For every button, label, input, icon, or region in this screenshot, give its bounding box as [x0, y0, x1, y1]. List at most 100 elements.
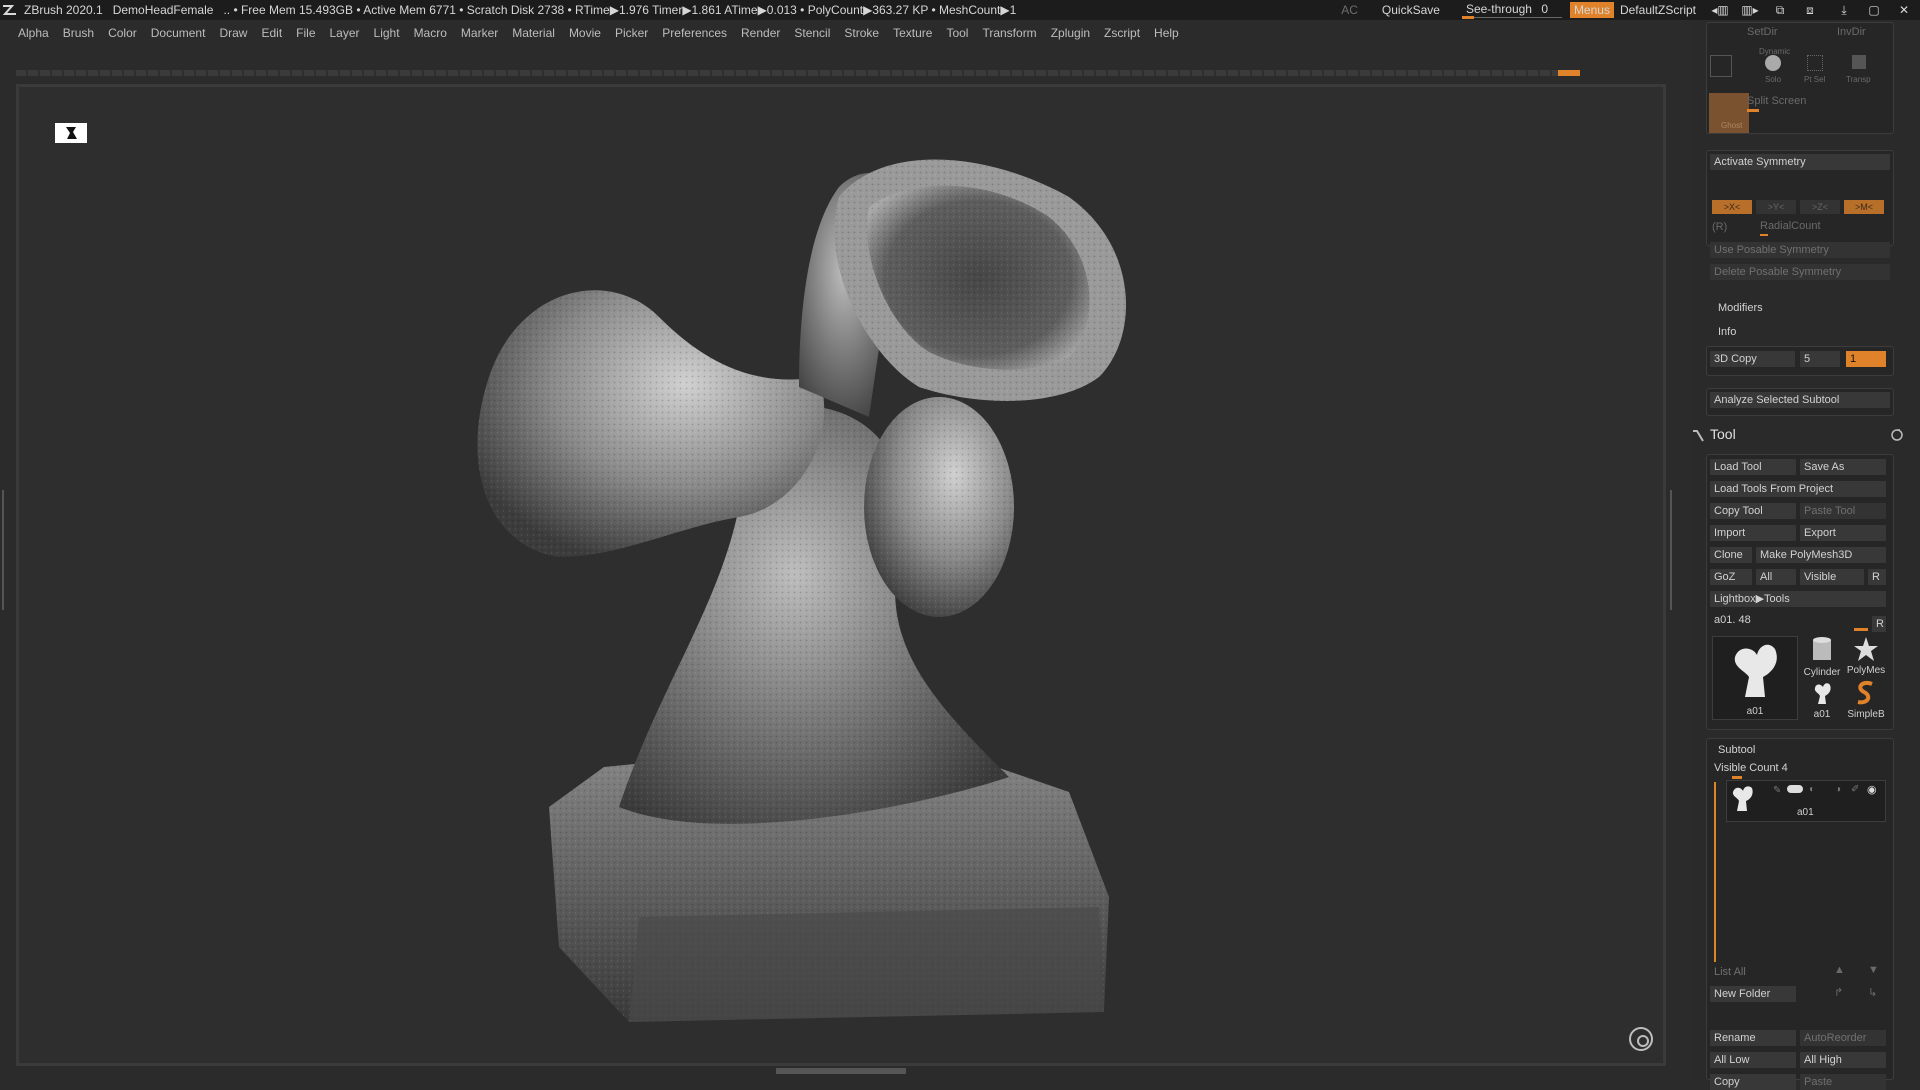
radial-count-slider[interactable]: RadialCount	[1760, 220, 1821, 232]
restore-icon[interactable]: ⧉	[1770, 3, 1790, 18]
menu-render[interactable]: Render	[741, 26, 780, 40]
menu-tool[interactable]: Tool	[946, 26, 968, 40]
subtool-brush-icon[interactable]: ✎	[1773, 785, 1781, 796]
menu-marker[interactable]: Marker	[461, 26, 498, 40]
menu-macro[interactable]: Macro	[414, 26, 447, 40]
subtool-title[interactable]: Subtool	[1718, 744, 1755, 756]
analyze-subtool-button[interactable]: Analyze Selected Subtool	[1710, 392, 1890, 408]
goz-button[interactable]: GoZ	[1710, 569, 1752, 585]
move-up-arrow-icon[interactable]: ▲	[1834, 964, 1845, 976]
menu-texture[interactable]: Texture	[893, 26, 932, 40]
delete-posable-symmetry-button[interactable]: Delete Posable Symmetry	[1710, 264, 1890, 280]
rename-button[interactable]: Rename	[1710, 1030, 1796, 1046]
copy-subtool-button[interactable]: Copy	[1710, 1074, 1796, 1090]
goz-visible-button[interactable]: Visible	[1800, 569, 1864, 585]
menu-layer[interactable]: Layer	[330, 26, 360, 40]
menu-alpha[interactable]: Alpha	[18, 26, 49, 40]
menu-file[interactable]: File	[296, 26, 315, 40]
close-icon[interactable]: ✕	[1894, 3, 1914, 17]
left-tray-handle[interactable]	[2, 490, 8, 610]
radial-count-knob[interactable]	[1760, 234, 1768, 236]
quicksave-button[interactable]: QuickSave	[1382, 3, 1440, 17]
setdir-button[interactable]: SetDir	[1747, 26, 1778, 38]
subtool-toggle-icon[interactable]	[1787, 785, 1803, 793]
tool-slider-knob[interactable]	[1854, 628, 1868, 631]
a01-small-thumbnail[interactable]: a01	[1802, 680, 1842, 720]
paste-subtool-button[interactable]: Paste	[1800, 1074, 1886, 1090]
activate-symmetry-button[interactable]: Activate Symmetry	[1710, 154, 1890, 170]
bottom-tray-handle[interactable]	[776, 1068, 906, 1074]
symmetry-y-button[interactable]: >Y<	[1756, 200, 1796, 214]
menu-material[interactable]: Material	[512, 26, 555, 40]
clone-button[interactable]: Clone	[1710, 547, 1752, 563]
use-posable-symmetry-button[interactable]: Use Posable Symmetry	[1710, 242, 1890, 258]
menu-preferences[interactable]: Preferences	[662, 26, 727, 40]
goz-r-button[interactable]: R	[1868, 569, 1886, 585]
folder-up-icon[interactable]: ↱	[1834, 986, 1843, 999]
invdir-button[interactable]: InvDir	[1837, 26, 1866, 38]
maximize-icon[interactable]: ▢	[1864, 3, 1884, 17]
subtool-pen-icon[interactable]: ✐	[1851, 784, 1859, 795]
cube-icon[interactable]	[1710, 55, 1732, 77]
menu-draw[interactable]: Draw	[219, 26, 247, 40]
paste-tool-button[interactable]: Paste Tool	[1800, 503, 1886, 519]
current-tool-thumbnail[interactable]: a01	[1712, 636, 1798, 720]
info-label[interactable]: Info	[1718, 326, 1736, 338]
copy-tool-button[interactable]: Copy Tool	[1710, 503, 1796, 519]
split-screen-button[interactable]: Split Screen	[1747, 95, 1806, 107]
cylinder-thumbnail[interactable]: Cylinder	[1802, 636, 1842, 678]
menu-brush[interactable]: Brush	[63, 26, 94, 40]
auto-reorder-button[interactable]: AutoReorder	[1800, 1030, 1886, 1046]
menu-zscript[interactable]: Zscript	[1104, 26, 1140, 40]
symmetry-z-button[interactable]: >Z<	[1800, 200, 1840, 214]
subtool-visibility-eye-icon[interactable]: ◉	[1867, 783, 1877, 796]
menu-document[interactable]: Document	[151, 26, 206, 40]
simpleb-thumbnail[interactable]: SimpleB	[1846, 680, 1886, 720]
folder-down-icon[interactable]: ↳	[1868, 986, 1877, 999]
move-down-arrow-icon[interactable]: ▼	[1868, 964, 1879, 976]
right-tray-handle[interactable]	[1670, 490, 1676, 610]
see-through-knob[interactable]	[1461, 16, 1474, 19]
see-through-slider[interactable]: See-through 0	[1461, 2, 1562, 19]
load-tool-button[interactable]: Load Tool	[1710, 459, 1796, 475]
menu-zplugin[interactable]: Zplugin	[1051, 26, 1090, 40]
layout-right-icon[interactable]: ▥▸	[1740, 3, 1760, 17]
all-low-button[interactable]: All Low	[1710, 1052, 1796, 1068]
all-high-button[interactable]: All High	[1800, 1052, 1886, 1068]
subtool-item[interactable]: ✎ ◐ ◑ ✐ ◉ a01	[1726, 780, 1886, 822]
menu-stencil[interactable]: Stencil	[794, 26, 830, 40]
layout-left-icon[interactable]: ◂▥	[1710, 3, 1730, 17]
symmetry-x-button[interactable]: >X<	[1712, 200, 1752, 214]
menu-edit[interactable]: Edit	[261, 26, 282, 40]
export-button[interactable]: Export	[1800, 525, 1886, 541]
make-polymesh3d-button[interactable]: Make PolyMesh3D	[1756, 547, 1886, 563]
subtool-scrollbar[interactable]	[1714, 782, 1716, 962]
split-screen-slider-knob[interactable]	[1747, 109, 1759, 112]
radial-r-button[interactable]: (R)	[1712, 221, 1727, 233]
sculpt-model[interactable]	[19, 87, 1663, 1063]
minimize-icon[interactable]: ⤓	[1834, 3, 1854, 18]
solo-icon[interactable]	[1765, 55, 1781, 71]
3d-copy-button[interactable]: 3D Copy	[1710, 351, 1795, 367]
lightbox-tools-button[interactable]: Lightbox▶Tools	[1710, 591, 1886, 607]
menu-stroke[interactable]: Stroke	[844, 26, 879, 40]
save-as-button[interactable]: Save As	[1800, 459, 1886, 475]
canvas-viewport[interactable]	[16, 84, 1666, 1066]
new-folder-button[interactable]: New Folder	[1710, 986, 1796, 1002]
tool-slider-r-button[interactable]: R	[1872, 616, 1886, 632]
ui-layout-icon[interactable]: ⧈	[1800, 3, 1820, 18]
visible-count-knob[interactable]	[1732, 776, 1742, 779]
list-all-button[interactable]: List All	[1710, 964, 1796, 980]
navigation-gizmo-icon[interactable]	[1629, 1027, 1653, 1051]
symmetry-m-button[interactable]: >M<	[1844, 200, 1884, 214]
goz-all-button[interactable]: All	[1756, 569, 1796, 585]
transp-icon[interactable]	[1852, 55, 1866, 69]
point-select-icon[interactable]	[1807, 55, 1823, 71]
load-tools-from-project-button[interactable]: Load Tools From Project	[1710, 481, 1886, 497]
menu-help[interactable]: Help	[1154, 26, 1179, 40]
tool-palette-title[interactable]: Tool	[1710, 426, 1736, 442]
menu-light[interactable]: Light	[374, 26, 400, 40]
polymesh-thumbnail[interactable]: PolyMes	[1846, 636, 1886, 676]
3d-copy-input[interactable]: 1	[1846, 351, 1886, 367]
menu-color[interactable]: Color	[108, 26, 137, 40]
